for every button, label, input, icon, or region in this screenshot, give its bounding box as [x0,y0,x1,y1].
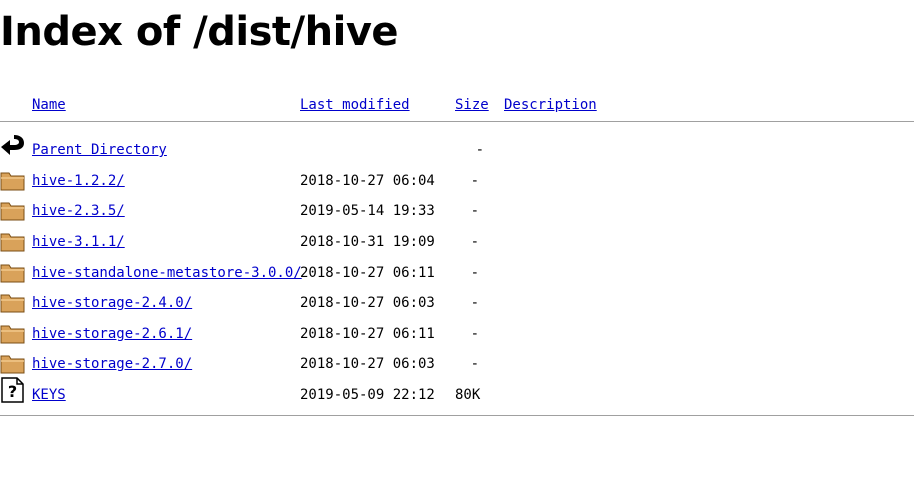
folder-icon [0,202,25,221]
entry-size: - [470,173,479,189]
folder-icon [0,325,25,344]
folder-icon [0,294,25,313]
entry-modified: 2019-05-14 19:33 [300,203,435,219]
entry-modified: 2018-10-27 06:11 [300,265,435,281]
sort-by-description-link[interactable]: Description [504,96,597,114]
entry-link[interactable]: hive-3.1.1/ [32,233,125,251]
footer-divider [0,415,914,416]
list-item: hive-2.3.5/ 2019-05-14 19:33 - [0,197,914,225]
sort-by-size-link[interactable]: Size [455,96,489,114]
list-item: hive-1.2.2/ 2018-10-27 06:04 - [0,167,914,195]
entry-link[interactable]: hive-2.3.5/ [32,202,125,220]
list-item: ? KEYS 2019-05-09 22:12 80K [0,377,914,409]
folder-icon [0,172,25,191]
list-item: Parent Directory - [0,135,914,164]
list-item: hive-storage-2.6.1/ 2018-10-27 06:11 - [0,320,914,348]
entry-size: - [470,265,479,281]
entry-size: - [470,234,479,250]
entry-size: - [470,326,479,342]
unknown-file-icon: ? [1,377,24,403]
entry-link[interactable]: KEYS [32,386,66,404]
sort-by-last-modified-link[interactable]: Last modified [300,96,410,114]
entry-modified: 2019-05-09 22:12 [300,387,435,403]
entry-size: 80K [455,387,481,403]
svg-text:?: ? [8,382,17,401]
entry-link[interactable]: hive-storage-2.6.1/ [32,325,192,343]
list-item: hive-standalone-metastore-3.0.0/ 2018-10… [0,259,914,287]
entry-link[interactable]: Parent Directory [32,141,167,159]
folder-icon [0,355,25,374]
entry-link[interactable]: hive-standalone-metastore-3.0.0/ [32,264,302,282]
page-title: Index of /dist/hive [0,9,399,55]
entry-link[interactable]: hive-1.2.2/ [32,172,125,190]
entry-size: - [470,203,479,219]
list-item: hive-storage-2.4.0/ 2018-10-27 06:03 - [0,289,914,317]
entry-link[interactable]: hive-storage-2.4.0/ [32,294,192,312]
entry-link[interactable]: hive-storage-2.7.0/ [32,355,192,373]
entry-modified: 2018-10-27 06:03 [300,356,435,372]
list-item: hive-storage-2.7.0/ 2018-10-27 06:03 - [0,350,914,378]
sort-by-name-link[interactable]: Name [32,96,66,114]
entry-size: - [475,142,484,158]
entry-modified: 2018-10-27 06:04 [300,173,435,189]
entry-modified: 2018-10-31 19:09 [300,234,435,250]
folder-icon [0,233,25,252]
entry-modified: 2018-10-27 06:11 [300,326,435,342]
folder-icon [0,264,25,283]
entry-size: - [470,295,479,311]
entry-modified: 2018-10-27 06:03 [300,295,435,311]
entry-size: - [470,356,479,372]
header-divider [0,121,914,122]
back-arrow-icon [1,135,24,155]
list-item: hive-3.1.1/ 2018-10-31 19:09 - [0,228,914,256]
